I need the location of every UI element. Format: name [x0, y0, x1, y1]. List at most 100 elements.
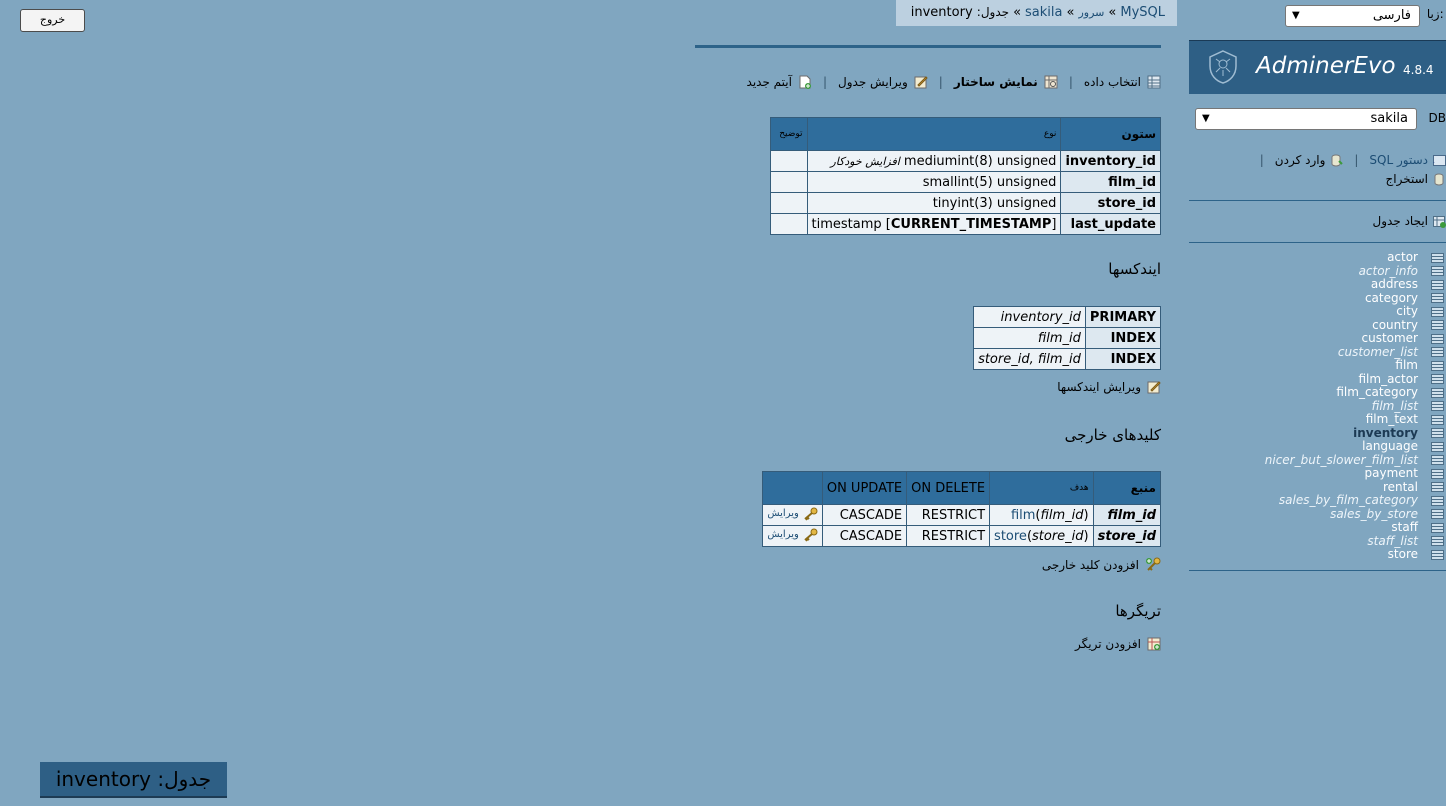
add-trigger-link[interactable]: افزودن تریگر — [1075, 637, 1161, 651]
sidebar-table-item[interactable]: sales_by_film_category — [1265, 493, 1444, 508]
app-name[interactable]: AdminerEvo — [1256, 53, 1396, 79]
sidebar-table-name[interactable]: country — [1372, 318, 1418, 333]
sidebar-table-name[interactable]: payment — [1365, 466, 1418, 481]
sidebar-table-item[interactable]: country — [1265, 318, 1444, 333]
table-icon[interactable] — [1431, 455, 1444, 466]
sidebar-table-name[interactable]: store — [1388, 547, 1418, 562]
sidebar-table-name[interactable]: category — [1365, 291, 1418, 306]
sidebar-table-item[interactable]: language — [1265, 439, 1444, 454]
sidebar-table-item[interactable]: address — [1265, 277, 1444, 292]
create-table-link[interactable]: ایجاد جدول — [1373, 214, 1446, 228]
sidebar-table-name[interactable]: rental — [1383, 480, 1418, 495]
sidebar-table-name[interactable]: customer_list — [1338, 345, 1418, 360]
table-icon[interactable] — [1431, 441, 1444, 452]
new-item-link[interactable]: آیتم جدید — [747, 75, 812, 89]
fk-target-table[interactable]: film — [1011, 508, 1035, 523]
key-add-icon — [1146, 557, 1161, 571]
sidebar-table-item[interactable]: sales_by_store — [1265, 507, 1444, 522]
sidebar-table-item[interactable]: payment — [1265, 466, 1444, 481]
table-icon[interactable] — [1431, 495, 1444, 506]
language-select[interactable]: فارسی ▼ — [1285, 5, 1420, 27]
table-icon[interactable] — [1431, 482, 1444, 493]
sidebar-table-item[interactable]: rental — [1265, 480, 1444, 495]
table-icon[interactable] — [1431, 293, 1444, 304]
alter-table-link[interactable]: ویرایش جدول — [838, 75, 928, 89]
sidebar-table-name[interactable]: actor_info — [1359, 264, 1418, 279]
table-icon[interactable] — [1431, 252, 1444, 263]
breadcrumb-server[interactable]: سرور — [1078, 6, 1104, 19]
fk-target[interactable]: film(film_id) — [989, 504, 1094, 526]
table-icon[interactable] — [1431, 279, 1444, 290]
sidebar-table-name[interactable]: film_category — [1336, 385, 1418, 400]
sidebar-table-name[interactable]: film — [1395, 358, 1418, 373]
table-icon[interactable] — [1431, 333, 1444, 344]
on-delete-header: ON DELETE — [906, 471, 991, 505]
table-icon[interactable] — [1431, 536, 1444, 547]
table-icon[interactable] — [1431, 347, 1444, 358]
sidebar-table-name[interactable]: film_actor — [1358, 372, 1418, 387]
sidebar-table-name[interactable]: language — [1362, 439, 1418, 454]
fk-target-table[interactable]: store — [994, 529, 1027, 544]
create-table-icon — [1433, 215, 1446, 228]
sidebar-table-item[interactable]: customer — [1265, 331, 1444, 346]
table-icon[interactable] — [1431, 522, 1444, 533]
sidebar-table-name[interactable]: actor — [1387, 250, 1418, 265]
database-select[interactable]: sakila ▼ — [1195, 108, 1417, 130]
select-data-link[interactable]: انتخاب داده — [1084, 75, 1161, 89]
table-icon[interactable] — [1431, 468, 1444, 479]
logout-button[interactable]: خروج — [20, 9, 85, 32]
add-foreign-key-link[interactable]: افزودن کلید خارجی — [1042, 557, 1161, 573]
sidebar-table-item[interactable]: film_category — [1265, 385, 1444, 400]
sidebar-table-name[interactable]: address — [1371, 277, 1418, 292]
breadcrumb-database[interactable]: sakila — [1025, 5, 1062, 20]
sidebar-table-item[interactable]: film_actor — [1265, 372, 1444, 387]
sidebar-table-item[interactable]: staff — [1265, 520, 1444, 535]
sidebar-table-name[interactable]: inventory — [1353, 426, 1418, 441]
sidebar-table-name[interactable]: sales_by_film_category — [1279, 493, 1418, 508]
sidebar-table-item[interactable]: store — [1265, 547, 1444, 562]
table-icon[interactable] — [1431, 401, 1444, 412]
sidebar-table-name[interactable]: city — [1396, 304, 1418, 319]
fk-edit-link[interactable]: ویرایش — [762, 504, 823, 526]
sidebar-table-name[interactable]: customer — [1361, 331, 1418, 346]
table-icon[interactable] — [1431, 387, 1444, 398]
sql-command-link[interactable]: SQL دستور SQL — [1369, 153, 1446, 167]
table-icon[interactable] — [1431, 428, 1444, 439]
sidebar-table-item[interactable]: nicer_but_slower_film_list — [1265, 453, 1444, 468]
table-icon[interactable] — [1431, 266, 1444, 277]
add-foreign-key-label: افزودن کلید خارجی — [1041, 558, 1139, 572]
table-icon[interactable] — [1431, 414, 1444, 425]
show-structure-link[interactable]: نمایش ساختار — [954, 75, 1058, 89]
sidebar-table-item[interactable]: film_list — [1265, 399, 1444, 414]
sidebar-table-item[interactable]: actor — [1265, 250, 1444, 265]
sidebar-table-name[interactable]: film_text — [1366, 412, 1418, 427]
import-link[interactable]: وارد کردن — [1275, 153, 1344, 167]
separator: | — [1354, 153, 1359, 167]
sidebar-table-item[interactable]: actor_info — [1265, 264, 1444, 279]
sidebar-table-item[interactable]: city — [1265, 304, 1444, 319]
table-icon[interactable] — [1431, 320, 1444, 331]
table-icon[interactable] — [1431, 549, 1444, 560]
sidebar-table-item[interactable]: film_text — [1265, 412, 1444, 427]
fk-edit-link[interactable]: ویرایش — [762, 525, 823, 547]
sidebar-table-item[interactable]: staff_list — [1265, 534, 1444, 549]
sidebar-table-item[interactable]: inventory — [1265, 426, 1444, 441]
sidebar-table-name[interactable]: staff — [1391, 520, 1418, 535]
fk-target[interactable]: store(store_id) — [989, 525, 1094, 547]
table-icon[interactable] — [1431, 360, 1444, 371]
table-icon[interactable] — [1431, 509, 1444, 520]
sidebar-table-name[interactable]: nicer_but_slower_film_list — [1265, 453, 1418, 468]
breadcrumb-driver[interactable]: MySQL — [1120, 5, 1165, 20]
export-link[interactable]: استخراج — [1386, 172, 1446, 186]
sidebar-table-name[interactable]: staff_list — [1367, 534, 1418, 549]
table-icon[interactable] — [1431, 306, 1444, 317]
sidebar-table-item[interactable]: category — [1265, 291, 1444, 306]
sidebar-table-name[interactable]: film_list — [1372, 399, 1418, 414]
chevron-down-icon: ▼ — [1202, 113, 1210, 124]
sidebar-table-item[interactable]: customer_list — [1265, 345, 1444, 360]
fk-source: film_id — [1092, 504, 1162, 526]
sidebar-table-name[interactable]: sales_by_store — [1330, 507, 1418, 522]
table-icon[interactable] — [1431, 374, 1444, 385]
sidebar-table-item[interactable]: film — [1265, 358, 1444, 373]
edit-indexes-link[interactable]: ویرایش ایندکسها — [1057, 380, 1161, 394]
